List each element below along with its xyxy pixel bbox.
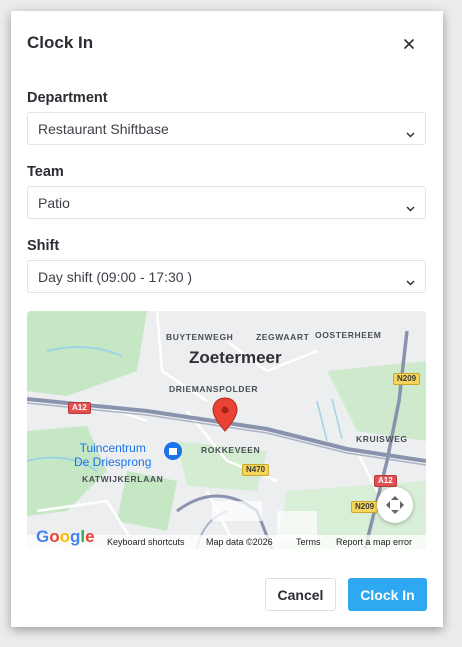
- poi-label[interactable]: Tuincentrum De Driesprong: [74, 441, 151, 469]
- chevron-down-icon: [406, 273, 415, 291]
- shift-value: Day shift (09:00 - 17:30 ): [38, 269, 193, 285]
- shift-label: Shift: [27, 238, 60, 254]
- district-label: KATWIJKERLAAN: [82, 474, 164, 484]
- department-label: Department: [27, 90, 108, 106]
- district-label: OOSTERHEEM: [315, 330, 382, 340]
- keyboard-shortcuts-link[interactable]: Keyboard shortcuts: [107, 537, 185, 547]
- report-error-link[interactable]: Report a map error: [336, 537, 412, 547]
- shift-select[interactable]: Day shift (09:00 - 17:30 ): [27, 260, 426, 293]
- map-move-control[interactable]: [377, 487, 413, 523]
- district-label: KRUISWEG: [356, 434, 408, 444]
- road-badge: A12: [374, 475, 397, 487]
- district-label: DRIEMANSPOLDER: [169, 384, 259, 394]
- department-select[interactable]: Restaurant Shiftbase: [27, 112, 426, 145]
- poi-line: De Driesprong: [74, 455, 152, 469]
- team-label: Team: [27, 164, 64, 180]
- poi-line: Tuincentrum: [79, 441, 146, 455]
- district-label: BUYTENWEGH: [166, 332, 234, 342]
- road-badge: N209: [393, 373, 421, 385]
- road-badge: N470: [242, 464, 270, 476]
- team-select[interactable]: Patio: [27, 186, 426, 219]
- team-value: Patio: [38, 195, 70, 211]
- dialog-title: Clock In: [27, 33, 94, 52]
- road-badge: A12: [68, 402, 91, 414]
- road-badge: N209: [351, 501, 379, 513]
- close-icon[interactable]: [398, 33, 420, 55]
- city-label: Zoetermeer: [189, 348, 282, 367]
- terms-link[interactable]: Terms: [296, 537, 321, 547]
- clock-in-dialog: Clock In Department Restaurant Shiftbase…: [11, 11, 443, 627]
- clock-in-button[interactable]: Clock In: [348, 578, 427, 611]
- location-map[interactable]: BUYTENWEGH ZEGWAART OOSTERHEEM Zoetermee…: [27, 311, 426, 549]
- chevron-down-icon: [406, 125, 415, 143]
- move-arrows-icon: [386, 496, 404, 514]
- department-value: Restaurant Shiftbase: [38, 121, 169, 137]
- chevron-down-icon: [406, 199, 415, 217]
- district-label: ZEGWAART: [256, 332, 310, 342]
- district-label: ROKKEVEEN: [201, 445, 261, 455]
- map-base: [27, 311, 426, 549]
- cancel-button[interactable]: Cancel: [265, 578, 336, 611]
- google-logo: Google: [36, 527, 95, 546]
- map-data-link[interactable]: Map data ©2026: [206, 537, 273, 547]
